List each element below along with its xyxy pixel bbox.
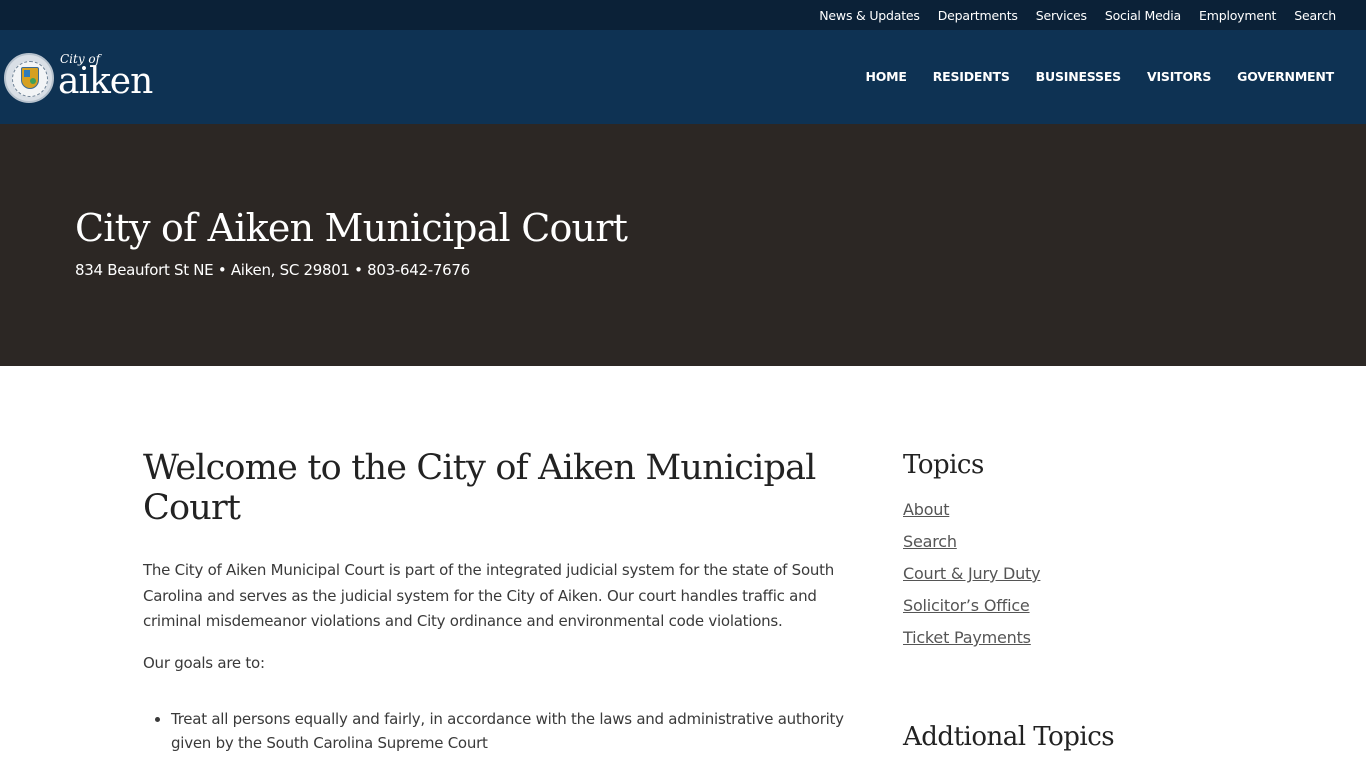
topic-item: About [903,500,1203,532]
goals-list: Treat all persons equally and fairly, in… [143,707,845,755]
main-content: Welcome to the City of Aiken Municipal C… [143,448,845,755]
page-title: City of Aiken Municipal Court [75,206,628,250]
topic-item: Search [903,532,1203,564]
utility-link-employment[interactable]: Employment [1199,8,1276,23]
topic-link-court-jury-duty[interactable]: Court & Jury Duty [903,564,1041,583]
utility-link-departments[interactable]: Departments [938,8,1018,23]
logo-aiken: aiken [58,61,153,102]
city-logo[interactable]: City of aiken [4,52,164,104]
court-address: 834 Beaufort St NE • Aiken, SC 29801 • 8… [75,261,470,279]
nav-residents[interactable]: RESIDENTS [933,69,1010,84]
topic-link-search[interactable]: Search [903,532,957,551]
hero-banner: City of Aiken Municipal Court 834 Beaufo… [0,124,1366,366]
goals-label: Our goals are to: [143,653,265,672]
content-heading: Welcome to the City of Aiken Municipal C… [143,448,816,528]
city-seal-icon [4,53,54,103]
topic-link-ticket-payments[interactable]: Ticket Payments [903,628,1031,647]
goal-item: Treat all persons equally and fairly, in… [171,707,845,755]
intro-paragraph: The City of Aiken Municipal Court is par… [143,561,835,630]
sidebar: Topics About Search Court & Jury Duty So… [903,450,1203,752]
utility-link-services[interactable]: Services [1036,8,1087,23]
topic-link-about[interactable]: About [903,500,950,519]
nav-government[interactable]: GOVERNMENT [1237,69,1334,84]
main-header: City of aiken HOME RESIDENTS BUSINESSES … [0,30,1366,124]
topic-item: Solicitor’s Office [903,596,1203,628]
nav-businesses[interactable]: BUSINESSES [1036,69,1122,84]
utility-link-news[interactable]: News & Updates [819,8,920,23]
additional-topics-heading: Addtional Topics [903,722,1115,752]
topics-heading: Topics [903,450,984,480]
nav-visitors[interactable]: VISITORS [1147,69,1211,84]
nav-home[interactable]: HOME [865,69,906,84]
utility-link-social-media[interactable]: Social Media [1105,8,1181,23]
main-nav: HOME RESIDENTS BUSINESSES VISITORS GOVER… [839,69,1334,84]
utility-link-search[interactable]: Search [1294,8,1336,23]
topic-item: Ticket Payments [903,628,1203,660]
seal-shield-icon [21,67,39,89]
topic-link-solicitors-office[interactable]: Solicitor’s Office [903,596,1030,615]
topics-list: About Search Court & Jury Duty Solicitor… [903,500,1203,660]
topic-item: Court & Jury Duty [903,564,1203,596]
utility-bar: News & Updates Departments Services Soci… [0,0,1366,30]
logo-wordmark: City of aiken [58,52,158,104]
